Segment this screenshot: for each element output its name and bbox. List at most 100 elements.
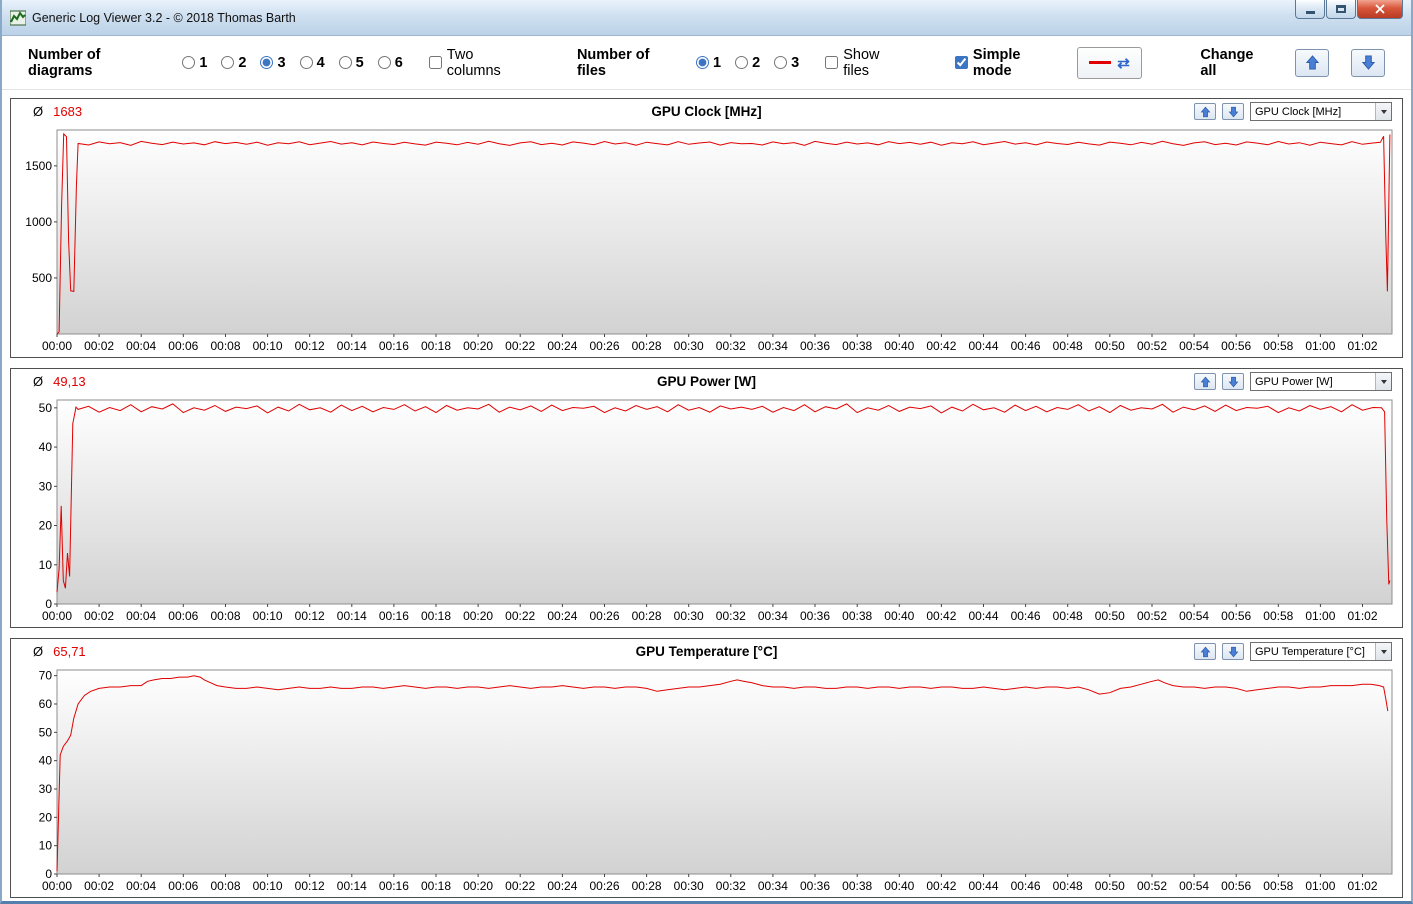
svg-text:00:48: 00:48 [1053,879,1083,893]
panel-header: Ø 65,71 GPU Temperature [°C] GPU Temperat… [11,639,1402,664]
close-button[interactable] [1357,0,1403,19]
svg-text:00:26: 00:26 [589,609,619,623]
panel-controls: GPU Clock [MHz] [1194,102,1392,121]
svg-text:00:06: 00:06 [168,609,198,623]
chevron-down-icon [1380,649,1387,654]
diagrams-option-2[interactable]: 2 [221,55,246,71]
svg-text:00:40: 00:40 [884,609,914,623]
svg-text:00:24: 00:24 [547,609,577,623]
panel-down-button[interactable] [1222,103,1244,120]
maximize-button[interactable] [1326,0,1356,19]
svg-text:00:12: 00:12 [295,339,325,353]
panel-header: Ø 49,13 GPU Power [W] GPU Power [W] [11,369,1402,394]
diagrams-label: Number of diagrams [28,46,101,79]
diagrams-radio-1[interactable] [182,56,196,69]
two-columns-option[interactable]: Two columns [428,47,531,79]
simple-mode-option[interactable]: Simple mode [954,47,1063,79]
files-radio-2[interactable] [735,56,749,69]
diagrams-option-1[interactable]: 1 [182,55,207,71]
panel-up-button[interactable] [1194,103,1216,120]
svg-text:00:22: 00:22 [505,609,535,623]
files-option-3[interactable]: 3 [774,55,799,71]
files-option-1[interactable]: 1 [695,55,721,71]
dropdown-button[interactable] [1375,643,1391,660]
svg-text:00:42: 00:42 [926,339,956,353]
svg-text:30: 30 [39,782,53,796]
diagrams-radio-3[interactable] [260,56,274,69]
svg-text:00:28: 00:28 [632,339,662,353]
channel-dropdown-gpu-power[interactable]: GPU Power [W] [1250,372,1392,391]
two-columns-checkbox[interactable] [428,56,442,69]
panel-up-button[interactable] [1194,643,1216,660]
svg-text:00:14: 00:14 [337,879,367,893]
dropdown-button[interactable] [1375,373,1391,390]
svg-text:00:38: 00:38 [842,879,872,893]
change-all-up-button[interactable] [1295,48,1330,77]
svg-text:01:02: 01:02 [1347,879,1377,893]
simple-mode-checkbox[interactable] [954,56,968,69]
files-option-2[interactable]: 2 [735,55,760,71]
arrow-up-icon [1200,106,1210,117]
svg-text:00:26: 00:26 [589,879,619,893]
svg-text:10: 10 [39,558,53,572]
diagrams-option-5[interactable]: 5 [338,55,364,71]
svg-text:00:58: 00:58 [1263,879,1293,893]
svg-text:00:10: 00:10 [253,339,283,353]
diagrams-option-6[interactable]: 6 [377,55,403,71]
svg-text:00:12: 00:12 [295,879,325,893]
svg-text:00:18: 00:18 [421,609,451,623]
svg-text:01:00: 01:00 [1305,339,1335,353]
diagrams-radio-4[interactable] [299,56,313,69]
files-radio-1[interactable] [695,56,709,69]
svg-text:01:00: 01:00 [1305,879,1335,893]
svg-text:00:30: 00:30 [674,339,704,353]
swap-arrows-icon: ⇄ [1117,54,1130,72]
diagrams-radio-2[interactable] [221,56,235,69]
maximize-icon [1336,5,1346,13]
svg-text:00:08: 00:08 [210,609,240,623]
files-radio-3[interactable] [774,56,788,69]
diagrams-option-4[interactable]: 4 [299,55,325,71]
diagrams-radio-6[interactable] [377,56,391,69]
svg-text:00:04: 00:04 [126,879,156,893]
svg-text:00:28: 00:28 [632,609,662,623]
files-label: Number of files [576,46,650,79]
svg-text:00:20: 00:20 [463,879,493,893]
panel-controls: GPU Power [W] [1194,372,1392,391]
line-style-button[interactable]: ⇄ [1076,46,1143,79]
svg-text:00:18: 00:18 [421,879,451,893]
panel-up-button[interactable] [1194,373,1216,390]
diagrams-option-3[interactable]: 3 [260,55,286,71]
svg-text:00:58: 00:58 [1263,339,1293,353]
window-title: Generic Log Viewer 3.2 - © 2018 Thomas B… [32,10,296,25]
svg-text:00:02: 00:02 [84,609,114,623]
svg-text:00:20: 00:20 [463,339,493,353]
svg-text:20: 20 [39,810,53,824]
svg-text:00:36: 00:36 [800,609,830,623]
dropdown-button[interactable] [1375,103,1391,120]
panel-down-button[interactable] [1222,643,1244,660]
svg-text:50: 50 [39,725,53,739]
svg-text:00:12: 00:12 [295,609,325,623]
svg-text:00:48: 00:48 [1053,339,1083,353]
svg-text:30: 30 [39,479,53,493]
svg-text:00:00: 00:00 [42,609,72,623]
svg-text:00:46: 00:46 [1011,339,1041,353]
diagrams-radio-5[interactable] [338,56,352,69]
minimize-button[interactable] [1295,0,1325,19]
show-files-option[interactable]: Show files [825,47,909,79]
svg-text:01:00: 01:00 [1305,609,1335,623]
svg-text:00:34: 00:34 [758,339,788,353]
show-files-checkbox[interactable] [825,56,839,69]
panel-down-button[interactable] [1222,373,1244,390]
svg-text:00:10: 00:10 [253,879,283,893]
arrow-up-icon [1305,55,1319,70]
change-all-down-button[interactable] [1351,48,1385,77]
svg-text:00:46: 00:46 [1011,609,1041,623]
arrow-down-icon [1228,646,1238,657]
channel-dropdown-gpu-clock[interactable]: GPU Clock [MHz] [1250,102,1392,121]
channel-dropdown-gpu-temperature[interactable]: GPU Temperature [°C] [1250,642,1392,661]
svg-text:40: 40 [39,440,53,454]
svg-text:00:50: 00:50 [1095,339,1125,353]
chevron-down-icon [1380,379,1387,384]
